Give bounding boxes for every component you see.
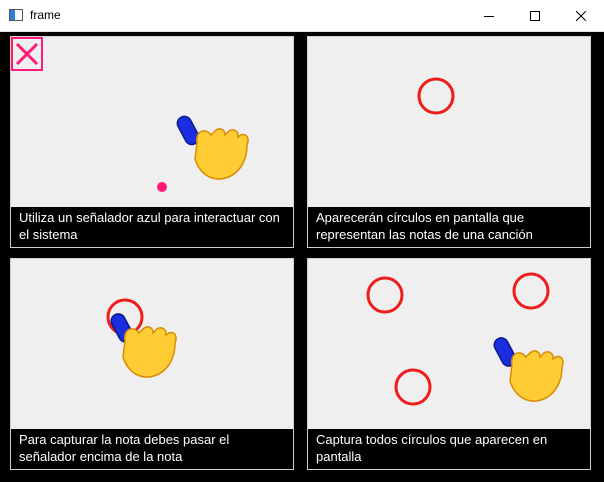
minimize-icon	[484, 15, 494, 17]
app-icon	[9, 9, 23, 21]
tutorial-panel-circles: Aparecerán círculos en pantalla que repr…	[307, 36, 591, 248]
maximize-icon	[530, 10, 540, 21]
panel-caption: Para capturar la nota debes pasar el señ…	[19, 432, 230, 464]
panel-caption: Captura todos círculos que aparecen en p…	[316, 432, 548, 464]
pointer-dot	[157, 182, 167, 192]
close-x-icon[interactable]	[11, 37, 43, 71]
title-bar: frame	[0, 0, 604, 32]
minimize-button[interactable]	[466, 0, 512, 31]
panel-illustration	[308, 37, 590, 207]
note-circle	[512, 272, 550, 310]
panel-illustration	[11, 259, 293, 429]
close-button[interactable]	[558, 0, 604, 31]
x-mark-icon	[15, 42, 39, 66]
panel-caption: Utiliza un señalador azul para interactu…	[19, 210, 280, 242]
tutorial-panel-capture: Para capturar la nota debes pasar el señ…	[10, 258, 294, 470]
maximize-button[interactable]	[512, 0, 558, 31]
hand-pointer-icon	[493, 337, 564, 402]
panel-illustration	[11, 37, 293, 207]
note-circle	[366, 276, 404, 314]
panel-caption: Aparecerán círculos en pantalla que repr…	[316, 210, 533, 242]
panel-illustration	[308, 259, 590, 429]
hand-pointer-icon	[176, 115, 249, 180]
tutorial-area: Utiliza un señalador azul para interactu…	[0, 32, 604, 482]
note-circle	[394, 368, 432, 406]
tutorial-panel-capture-all: Captura todos círculos que aparecen en p…	[307, 258, 591, 470]
window-title: frame	[30, 8, 61, 22]
tutorial-panel-pointer: Utiliza un señalador azul para interactu…	[10, 36, 294, 248]
close-icon	[576, 10, 586, 21]
note-circle	[417, 77, 455, 115]
